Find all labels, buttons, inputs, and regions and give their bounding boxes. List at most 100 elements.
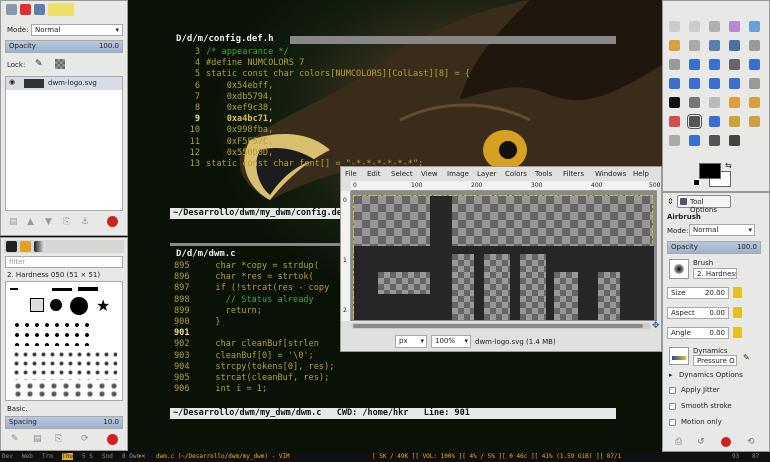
dynamics-preview[interactable]	[669, 347, 689, 365]
free-select-tool-icon[interactable]	[709, 21, 720, 32]
zoom-select[interactable]: 100% ▾	[431, 335, 471, 348]
default-colors-icon[interactable]	[693, 179, 700, 186]
aspect-reset-icon[interactable]	[733, 307, 742, 318]
apply-jitter-checkbox[interactable]	[669, 387, 676, 394]
brush-grid[interactable]: ★	[5, 281, 123, 401]
menu-windows[interactable]: Windows	[595, 170, 626, 178]
airbrush-tool-icon[interactable]	[687, 114, 702, 129]
text-tool-icon[interactable]	[669, 97, 680, 108]
delete-layer-icon[interactable]	[107, 216, 118, 227]
menu-edit[interactable]: Edit	[367, 170, 381, 178]
edit-brush-icon[interactable]: ✎	[11, 434, 19, 444]
eraser-tool-icon[interactable]	[669, 116, 680, 127]
clone-tool-icon[interactable]	[729, 116, 740, 127]
ink-tool-icon[interactable]	[709, 116, 720, 127]
restore-options-icon[interactable]: ↺	[697, 437, 705, 447]
visibility-eye-icon[interactable]: ◉	[9, 78, 15, 86]
tag-5[interactable]: 5 S	[82, 453, 93, 460]
pencil-tool-icon[interactable]	[729, 97, 740, 108]
brush-name-field[interactable]: 2. Hardness	[693, 268, 737, 279]
new-brush-icon[interactable]: ▤	[33, 434, 42, 444]
blend-tool-icon[interactable]	[709, 97, 720, 108]
patterns-tab-icon[interactable]	[20, 241, 31, 252]
paths-tool-icon[interactable]	[709, 40, 720, 51]
menu-tools[interactable]: Tools	[535, 170, 552, 178]
measure-tool-icon[interactable]	[669, 59, 680, 70]
raise-layer-icon[interactable]: ▲	[27, 217, 34, 227]
fuzzy-select-tool-icon[interactable]	[729, 21, 740, 32]
menu-select[interactable]: Select	[391, 170, 413, 178]
unit-select[interactable]: px ▾	[395, 335, 427, 348]
scale-tool-icon[interactable]	[669, 78, 680, 89]
layout-indicator[interactable]: ><	[138, 453, 145, 460]
menu-colors[interactable]: Colors	[505, 170, 527, 178]
delete-options-icon[interactable]	[721, 437, 731, 447]
size-field[interactable]: Size 20.00	[667, 287, 729, 299]
paintbrush-tool-icon[interactable]	[749, 97, 760, 108]
smudge-tool-icon[interactable]	[709, 135, 720, 146]
layer-row[interactable]: ◉ dwm-logo.svg	[6, 77, 122, 90]
motion-only-checkbox[interactable]	[669, 419, 676, 426]
perspective-clone-tool-icon[interactable]	[669, 135, 680, 146]
rotate-tool-icon[interactable]	[749, 59, 760, 70]
bucket-fill-tool-icon[interactable]	[689, 97, 700, 108]
tool-mode-select[interactable]: Normal ▾	[689, 224, 755, 236]
navigate-icon[interactable]: ✥	[652, 321, 660, 331]
gradients-tab-icon[interactable]	[34, 241, 45, 252]
lower-layer-icon[interactable]: ▼	[45, 217, 52, 227]
foreground-color-swatch[interactable]	[699, 163, 721, 179]
rect-select-tool-icon[interactable]	[669, 21, 680, 32]
align-tool-icon[interactable]	[709, 59, 720, 70]
shear-tool-icon[interactable]	[689, 78, 700, 89]
tool-opacity-slider[interactable]: Opacity 100.0	[667, 241, 761, 254]
blur-tool-icon[interactable]	[689, 135, 700, 146]
lock-alpha-icon[interactable]	[55, 59, 65, 69]
tag-2[interactable]: Web	[22, 453, 33, 460]
image-canvas-area[interactable]	[351, 191, 657, 321]
tag-4[interactable]: Thu	[62, 453, 73, 460]
angle-reset-icon[interactable]	[733, 327, 742, 338]
dynamics-name-field[interactable]: Pressure O	[693, 355, 737, 366]
save-options-icon[interactable]: ⎙	[675, 437, 682, 447]
anchor-layer-icon[interactable]: ⚓	[81, 217, 89, 227]
channels-tab-icon[interactable]	[20, 4, 31, 15]
aspect-field[interactable]: Aspect 0.00	[667, 307, 729, 319]
menu-view[interactable]: View	[421, 170, 438, 178]
tag-6[interactable]: Snd	[102, 453, 113, 460]
brush-spacing-slider[interactable]: Spacing 10.0	[5, 416, 123, 429]
dodge-tool-icon[interactable]	[729, 135, 740, 146]
dock-menu-icon[interactable]: ⇕	[667, 197, 674, 206]
heal-tool-icon[interactable]	[749, 116, 760, 127]
menu-layer[interactable]: Layer	[477, 170, 497, 178]
color-picker-tool-icon[interactable]	[729, 40, 740, 51]
new-layer-icon[interactable]: ▤	[9, 217, 18, 227]
layers-mode-select[interactable]: Normal ▾	[31, 24, 123, 36]
layers-opacity-slider[interactable]: Opacity 100.0	[5, 40, 123, 53]
duplicate-layer-icon[interactable]: ⎘	[63, 217, 70, 227]
paths-tab-icon[interactable]	[34, 4, 45, 15]
duplicate-brush-icon[interactable]: ⎘	[55, 434, 62, 444]
lock-pixels-icon[interactable]: ✎	[35, 59, 43, 69]
tag-3[interactable]: Trm	[42, 453, 53, 460]
perspective-tool-icon[interactable]	[709, 78, 720, 89]
swap-colors-icon[interactable]: ⇆	[725, 161, 732, 170]
layer-name[interactable]: dwm-logo.svg	[48, 79, 97, 87]
dynamics-options-expander[interactable]: Dynamics Options	[679, 371, 743, 379]
brush-preview[interactable]	[669, 259, 689, 279]
layers-tab-icon[interactable]	[6, 4, 17, 15]
undo-history-tab-icon[interactable]	[48, 3, 74, 16]
ellipse-select-tool-icon[interactable]	[689, 21, 700, 32]
delete-brush-icon[interactable]	[107, 434, 118, 445]
menu-filters[interactable]: Filters	[563, 170, 584, 178]
tool-options-tab[interactable]: Tool Options	[677, 195, 731, 214]
refresh-brushes-icon[interactable]: ⟳	[81, 434, 89, 444]
smooth-stroke-checkbox[interactable]	[669, 403, 676, 410]
flip-tool-icon[interactable]	[729, 78, 740, 89]
expander-arrow-icon[interactable]: ▸	[669, 371, 673, 379]
crop-tool-icon[interactable]	[729, 59, 740, 70]
horizontal-scrollbar[interactable]	[351, 323, 651, 329]
color-select-tool-icon[interactable]	[749, 21, 760, 32]
edit-dynamics-icon[interactable]: ✎	[743, 353, 750, 362]
foreground-select-tool-icon[interactable]	[689, 40, 700, 51]
brushes-tab-icon[interactable]	[6, 241, 17, 252]
